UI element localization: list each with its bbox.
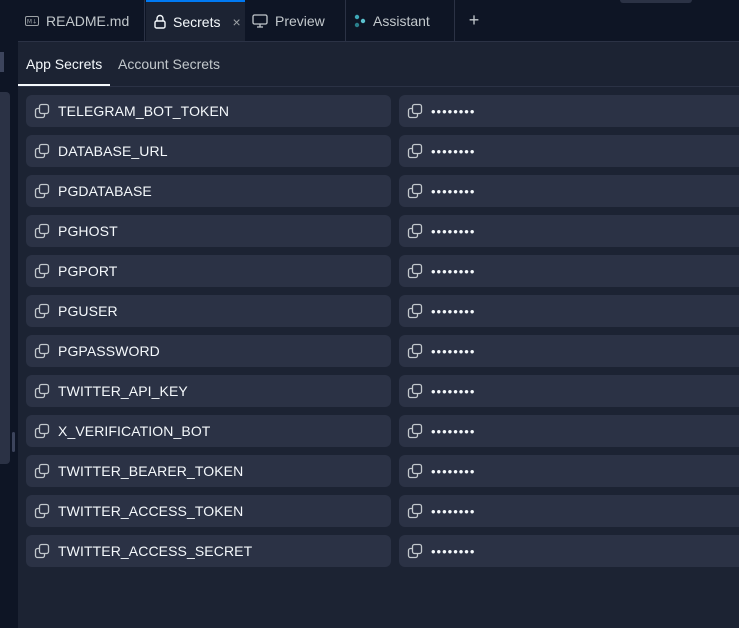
- secret-value: ••••••••: [431, 503, 476, 519]
- secret-value-field[interactable]: ••••••••: [399, 175, 739, 207]
- monitor-icon: [252, 13, 268, 28]
- secret-key-field[interactable]: DATABASE_URL: [26, 135, 391, 167]
- secret-key-field[interactable]: PGUSER: [26, 295, 391, 327]
- secret-value-field[interactable]: ••••••••: [399, 535, 739, 567]
- copy-icon[interactable]: [407, 263, 423, 279]
- secret-key-field[interactable]: PGPASSWORD: [26, 335, 391, 367]
- subtab-app-secrets[interactable]: App Secrets: [18, 42, 111, 86]
- scrollbar[interactable]: [0, 92, 10, 464]
- tab-label: Assistant: [373, 12, 430, 29]
- secret-key: PGHOST: [58, 223, 118, 239]
- secret-key: PGPORT: [58, 263, 118, 279]
- copy-icon[interactable]: [407, 463, 423, 479]
- secret-value: ••••••••: [431, 263, 476, 279]
- secret-value-field[interactable]: ••••••••: [399, 335, 739, 367]
- copy-icon[interactable]: [407, 103, 423, 119]
- tab-preview[interactable]: Preview: [246, 0, 346, 41]
- markdown-icon: M↓: [25, 15, 39, 27]
- secret-value-field[interactable]: ••••••••: [399, 215, 739, 247]
- secret-value-field[interactable]: ••••••••: [399, 295, 739, 327]
- secret-value: ••••••••: [431, 183, 476, 199]
- secret-key-field[interactable]: PGDATABASE: [26, 175, 391, 207]
- secret-value: ••••••••: [431, 143, 476, 159]
- assistant-icon: [354, 14, 366, 28]
- copy-icon[interactable]: [34, 343, 50, 359]
- tab-assistant[interactable]: Assistant: [347, 0, 455, 41]
- add-tab-button[interactable]: +: [464, 10, 484, 30]
- left-gutter: [0, 0, 18, 628]
- secret-value-field[interactable]: ••••••••: [399, 135, 739, 167]
- copy-icon[interactable]: [34, 423, 50, 439]
- copy-icon[interactable]: [407, 543, 423, 559]
- secret-key: X_VERIFICATION_BOT: [58, 423, 211, 439]
- tab-bar: M↓ README.md Secrets × Preview Assistant…: [18, 0, 739, 42]
- copy-icon[interactable]: [407, 503, 423, 519]
- secret-value-field[interactable]: ••••••••: [399, 455, 739, 487]
- secret-key-field[interactable]: TWITTER_API_KEY: [26, 375, 391, 407]
- copy-icon[interactable]: [34, 383, 50, 399]
- secret-key-field[interactable]: PGPORT: [26, 255, 391, 287]
- tab-label: Secrets: [173, 13, 221, 30]
- secret-value: ••••••••: [431, 223, 476, 239]
- copy-icon[interactable]: [34, 143, 50, 159]
- copy-icon[interactable]: [407, 343, 423, 359]
- tab-label: Preview: [275, 12, 325, 29]
- tab-label: README.md: [46, 12, 130, 29]
- tab-readme[interactable]: M↓ README.md: [18, 0, 145, 41]
- secret-value: ••••••••: [431, 423, 476, 439]
- secret-value-field[interactable]: ••••••••: [399, 375, 739, 407]
- secret-value: ••••••••: [431, 103, 476, 119]
- secret-value: ••••••••: [431, 303, 476, 319]
- copy-icon[interactable]: [407, 303, 423, 319]
- secret-value: ••••••••: [431, 343, 476, 359]
- copy-icon[interactable]: [34, 503, 50, 519]
- secret-key-field[interactable]: TWITTER_ACCESS_TOKEN: [26, 495, 391, 527]
- secret-key-field[interactable]: TWITTER_ACCESS_SECRET: [26, 535, 391, 567]
- svg-text:M↓: M↓: [27, 18, 37, 25]
- secret-key: DATABASE_URL: [58, 143, 168, 159]
- copy-icon[interactable]: [407, 423, 423, 439]
- copy-icon[interactable]: [407, 143, 423, 159]
- gutter-marker: [0, 52, 4, 72]
- secret-key-field[interactable]: PGHOST: [26, 215, 391, 247]
- secrets-subtabs: App Secrets Account Secrets: [18, 42, 739, 87]
- copy-icon[interactable]: [34, 263, 50, 279]
- copy-icon[interactable]: [407, 183, 423, 199]
- secret-key: PGDATABASE: [58, 183, 152, 199]
- secret-value: ••••••••: [431, 383, 476, 399]
- secret-key: PGUSER: [58, 303, 118, 319]
- secret-key-field[interactable]: X_VERIFICATION_BOT: [26, 415, 391, 447]
- tab-secrets[interactable]: Secrets ×: [146, 0, 245, 41]
- secret-value-field[interactable]: ••••••••: [399, 415, 739, 447]
- close-icon[interactable]: ×: [232, 14, 240, 30]
- secret-value: ••••••••: [431, 463, 476, 479]
- secret-value-field[interactable]: ••••••••: [399, 255, 739, 287]
- copy-icon[interactable]: [34, 223, 50, 239]
- secret-key: TELEGRAM_BOT_TOKEN: [58, 103, 230, 119]
- copy-icon[interactable]: [34, 303, 50, 319]
- copy-icon[interactable]: [34, 183, 50, 199]
- lock-icon: [154, 14, 166, 29]
- copy-icon[interactable]: [407, 223, 423, 239]
- secret-key-field[interactable]: TWITTER_BEARER_TOKEN: [26, 455, 391, 487]
- secret-value-field[interactable]: ••••••••: [399, 95, 739, 127]
- top-bar-nub: [620, 0, 692, 3]
- secret-key: TWITTER_BEARER_TOKEN: [58, 463, 244, 479]
- copy-icon[interactable]: [407, 383, 423, 399]
- copy-icon[interactable]: [34, 543, 50, 559]
- copy-icon[interactable]: [34, 103, 50, 119]
- subtab-account-secrets[interactable]: Account Secrets: [118, 42, 220, 86]
- resize-handle[interactable]: [12, 432, 15, 452]
- secret-key: TWITTER_ACCESS_TOKEN: [58, 503, 244, 519]
- secret-key: TWITTER_API_KEY: [58, 383, 188, 399]
- secret-key-field[interactable]: TELEGRAM_BOT_TOKEN: [26, 95, 391, 127]
- secret-key: TWITTER_ACCESS_SECRET: [58, 543, 253, 559]
- secret-value: ••••••••: [431, 543, 476, 559]
- secret-key: PGPASSWORD: [58, 343, 160, 359]
- copy-icon[interactable]: [34, 463, 50, 479]
- secret-value-field[interactable]: ••••••••: [399, 495, 739, 527]
